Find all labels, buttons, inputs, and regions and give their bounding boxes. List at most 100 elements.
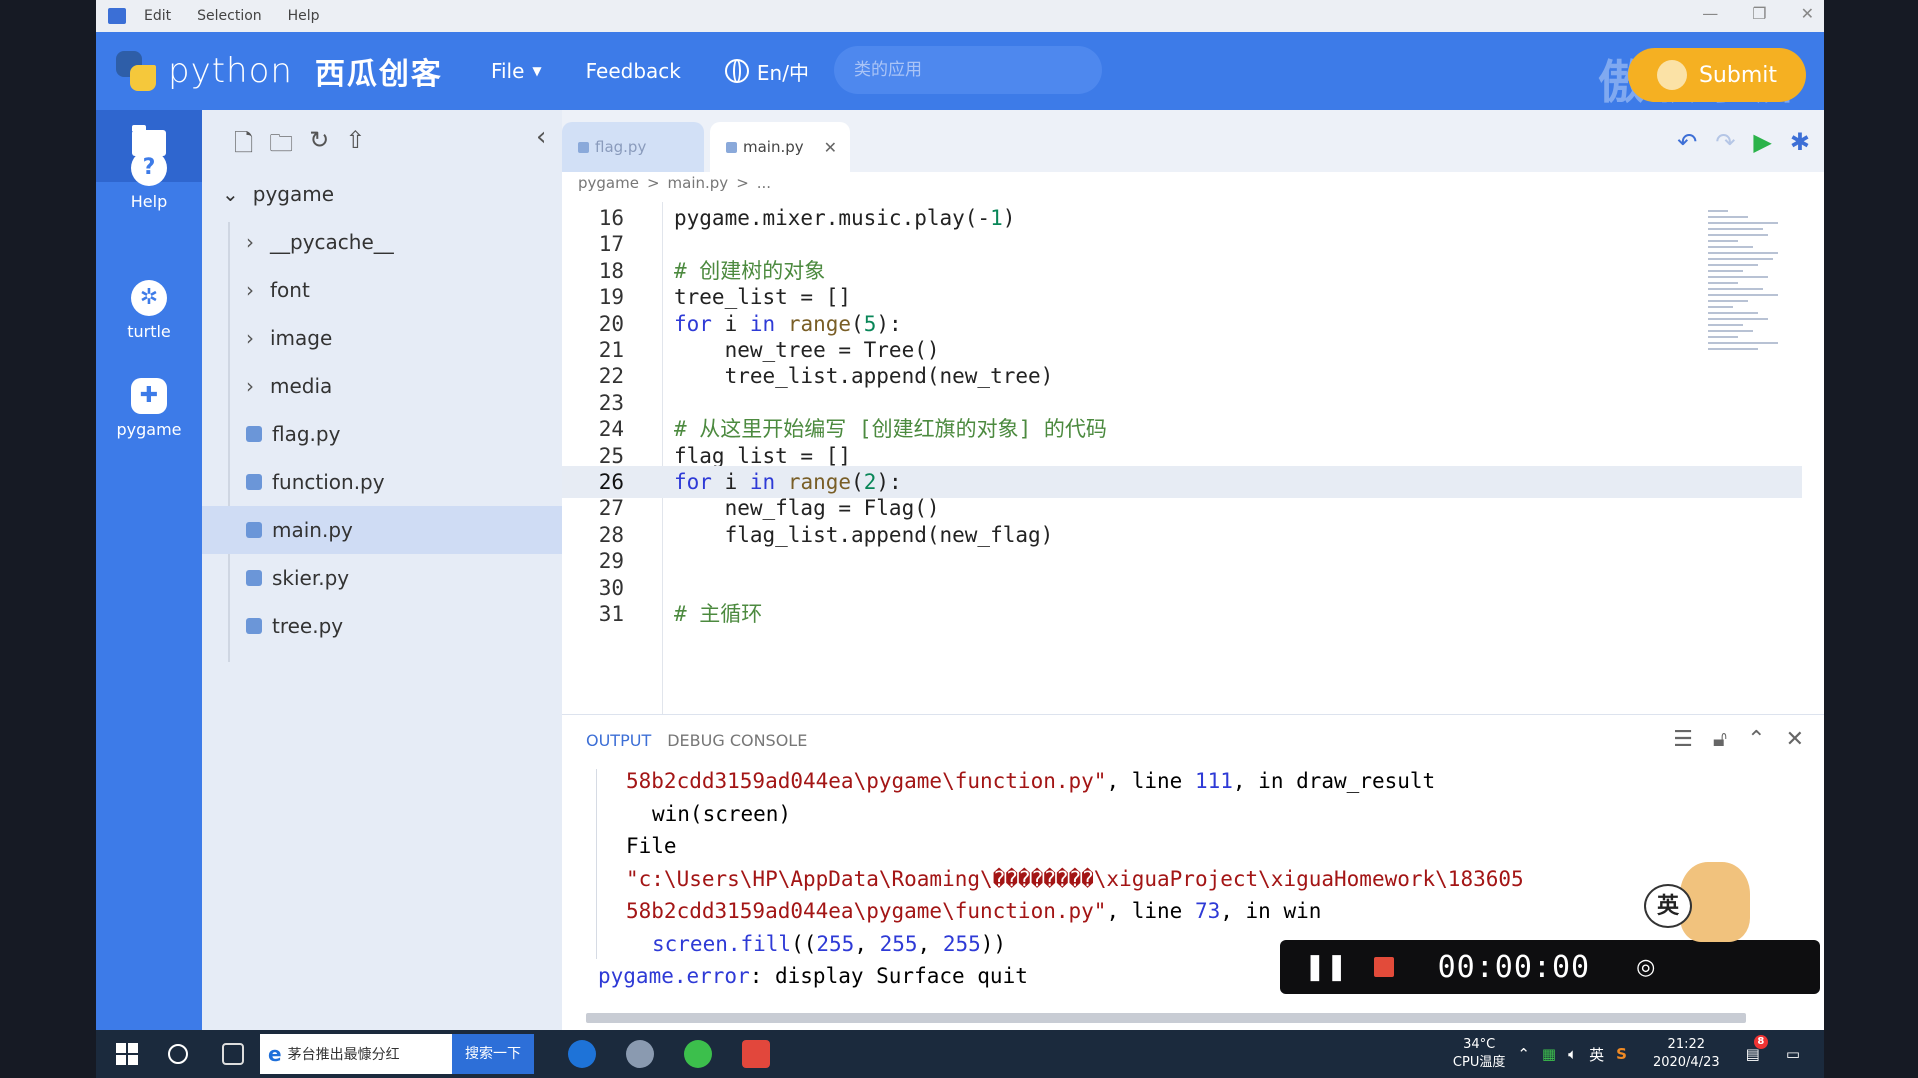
tree-root-label: pygame <box>252 182 335 206</box>
new-file-icon[interactable]: 🗋 <box>234 126 253 167</box>
cortana-icon[interactable] <box>168 1044 188 1064</box>
python-logo-icon <box>114 49 158 93</box>
chat-app-icon[interactable] <box>684 1040 712 1068</box>
code-area[interactable]: 16 pygame.mixer.music.play(-1) 17 18 # 创建树的对… <box>562 202 1824 714</box>
menu-help[interactable]: Help <box>288 8 320 24</box>
code-line[interactable]: 31 # 主循环 <box>562 598 1802 630</box>
minimap-line <box>1708 240 1738 242</box>
tree-root-folder[interactable]: ⌄ pygame <box>222 182 334 206</box>
line-code: # 主循环 <box>674 602 763 626</box>
help-icon: ? <box>131 150 167 186</box>
submit-button[interactable]: Submit <box>1628 48 1806 102</box>
ime-indicator[interactable]: 英 <box>1589 1044 1604 1065</box>
feedback-button[interactable]: Feedback <box>586 59 681 83</box>
menu-edit[interactable]: Edit <box>144 8 171 24</box>
taskbar-search-input[interactable]: e 茅台推出最慷分红 <box>260 1034 452 1074</box>
minimap[interactable] <box>1708 210 1808 460</box>
editor-actions: ↶ ↷ ▶ ✱ <box>1677 128 1810 156</box>
cpu-temp-value: 34°C <box>1463 1037 1496 1052</box>
tab-flag-py[interactable]: flag.py <box>562 122 704 172</box>
tree-item-label: media <box>270 374 333 398</box>
minimap-line <box>1708 288 1763 290</box>
pause-icon[interactable]: ❚❚ <box>1304 952 1348 982</box>
volume-icon[interactable]: 🔈︎ <box>1568 1045 1577 1063</box>
app-icon[interactable] <box>626 1040 654 1068</box>
system-tray: 34°C CPU温度 ⌃ ▦ 🔈︎ 英 S 21:22 2020/4/23 ▤ 8… <box>1453 1030 1800 1078</box>
close-tab-icon[interactable]: ✕ <box>824 138 837 157</box>
refresh-icon[interactable]: ↻ <box>309 126 329 167</box>
tree-file[interactable]: tree.py <box>202 602 562 650</box>
menu-selection[interactable]: Selection <box>197 8 262 24</box>
python-file-icon <box>578 141 589 153</box>
undo-icon[interactable]: ↶ <box>1677 128 1697 156</box>
tree-item-label: function.py <box>272 470 385 494</box>
language-toggle[interactable]: En/中 <box>724 57 809 86</box>
chevron-down-icon: ⌄ <box>222 182 239 206</box>
python-file-icon <box>246 618 262 634</box>
tab-debug-console[interactable]: DEBUG CONSOLE <box>667 731 807 750</box>
tree-file[interactable]: flag.py <box>202 410 562 458</box>
lock-icon[interactable]: 🔓︎ <box>1713 727 1727 752</box>
rail-turtle[interactable]: ✲ turtle <box>96 280 202 341</box>
restore-icon[interactable]: ❐ <box>1752 4 1766 23</box>
sogou-icon[interactable]: S <box>1616 1045 1627 1063</box>
minimize-icon[interactable]: — <box>1702 4 1718 23</box>
action-center-icon[interactable]: ▭ <box>1786 1045 1800 1063</box>
new-folder-icon[interactable]: 🗀 <box>269 126 293 167</box>
collapse-panel-icon[interactable]: ‹ <box>536 122 546 152</box>
notification-icon[interactable]: ▤ 8 <box>1746 1035 1768 1063</box>
rail-help-label: Help <box>130 192 168 211</box>
close-panel-icon[interactable]: ✕ <box>1786 727 1804 752</box>
clock-time: 21:22 <box>1667 1037 1706 1052</box>
tree-item-label: __pycache__ <box>270 230 394 254</box>
caret-down-icon: ▼ <box>532 64 542 78</box>
ime-mascot-bubble[interactable]: 英 <box>1644 884 1692 928</box>
rail-help[interactable]: ? Help <box>96 150 202 211</box>
network-icon[interactable]: ▦ <box>1542 1045 1556 1063</box>
run-icon[interactable]: ▶ <box>1753 128 1771 156</box>
recording-time: 00:00:00 <box>1437 949 1591 985</box>
header-search-input[interactable]: 类的应用 <box>834 46 1102 94</box>
tree-folder[interactable]: › font <box>202 266 562 314</box>
edge-icon[interactable] <box>568 1040 596 1068</box>
task-view-icon[interactable] <box>222 1043 244 1065</box>
breadcrumb-folder[interactable]: pygame <box>578 174 639 192</box>
close-window-icon[interactable]: ✕ <box>1801 4 1814 23</box>
window-controls: — ❐ ✕ <box>1702 4 1814 23</box>
output-line: screen.fill((255, 255, 255)) <box>652 931 1007 956</box>
horizontal-scrollbar[interactable] <box>586 1013 1746 1023</box>
brand-cn: 西瓜创客 <box>314 57 443 92</box>
debug-icon[interactable]: ✱ <box>1790 128 1810 156</box>
maximize-panel-icon[interactable]: ⌃ <box>1747 727 1765 752</box>
tree-folder[interactable]: › media <box>202 362 562 410</box>
tab-main-py[interactable]: main.py ✕ <box>710 122 850 172</box>
clear-output-icon[interactable]: ☰ <box>1673 727 1693 752</box>
ie-icon: e <box>268 1042 282 1066</box>
upload-icon[interactable]: ⇧ <box>345 126 365 167</box>
stop-icon[interactable] <box>1373 957 1394 977</box>
minimap-line <box>1708 252 1778 254</box>
breadcrumb-file[interactable]: main.py <box>668 174 729 192</box>
taskbar-search-button[interactable]: 搜索一下 <box>452 1034 534 1074</box>
breadcrumb-symbol[interactable]: ... <box>757 174 771 192</box>
redo-icon[interactable]: ↷ <box>1715 128 1735 156</box>
breadcrumb-sep: > <box>646 174 660 192</box>
tree-file[interactable]: function.py <box>202 458 562 506</box>
code-editor: flag.py main.py ✕ ↶ ↷ ▶ ✱ pygame > main.… <box>562 110 1824 714</box>
windows-start-icon[interactable] <box>116 1043 138 1065</box>
language-label: En/中 <box>756 60 809 85</box>
tree-file[interactable]: skier.py <box>202 554 562 602</box>
rail-pygame[interactable]: ✚ pygame <box>96 378 202 439</box>
tab-output[interactable]: OUTPUT <box>586 731 651 750</box>
tree-folder[interactable]: › __pycache__ <box>202 218 562 266</box>
tray-expand-icon[interactable]: ⌃ <box>1517 1045 1530 1063</box>
output-line: File <box>626 834 677 858</box>
file-menu-button[interactable]: File ▼ <box>491 59 542 83</box>
tree-file[interactable]: main.py <box>202 506 562 554</box>
recorder-app-icon[interactable] <box>742 1040 770 1068</box>
minimap-line <box>1708 348 1758 350</box>
clock[interactable]: 21:22 2020/4/23 <box>1653 1036 1720 1072</box>
explorer-toolbar: 🗋 🗀 ↻ ⇧ <box>234 126 366 167</box>
tree-folder[interactable]: › image <box>202 314 562 362</box>
output-line: pygame.error: display Surface quit <box>598 964 1028 988</box>
